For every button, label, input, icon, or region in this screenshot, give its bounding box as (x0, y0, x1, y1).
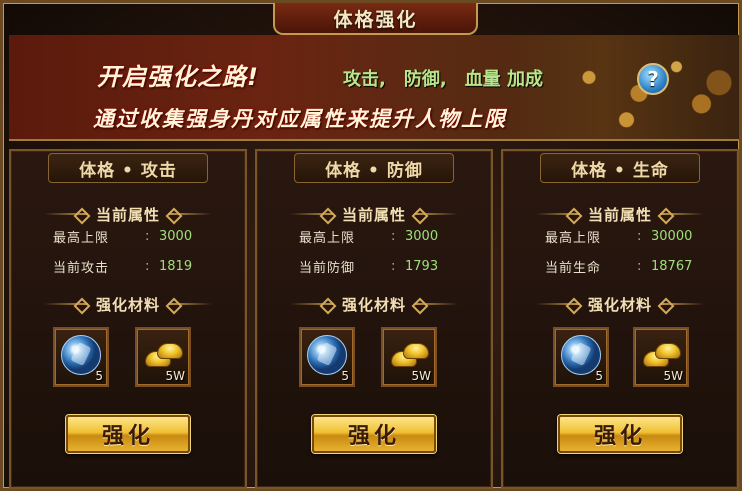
banner-bonus: 攻击, 防御, 血量 加成 (343, 65, 543, 91)
stat-current: 当前生命 : 18767 (545, 258, 693, 276)
panel-defense: 体格 • 防御 当前属性 最高上限 : 3000 当前防御 : 1793 强化材… (255, 149, 493, 489)
stat-max: 最高上限 : 3000 (53, 228, 193, 246)
bonus-attack: 攻击, (343, 69, 386, 90)
panel-header: 体格 • 生命 (540, 153, 700, 183)
enhance-button[interactable]: 强化 (558, 415, 682, 453)
panel-header: 体格 • 攻击 (48, 153, 208, 183)
ornament-icon (43, 299, 88, 309)
stat-current: 当前防御 : 1793 (299, 258, 439, 276)
ornament-icon (414, 299, 458, 309)
materials-label: 强化材料 (11, 293, 245, 315)
panel-attack: 体格 • 攻击 当前属性 最高上限 : 3000 当前攻击 : 1819 强化材… (9, 149, 247, 489)
window-title: 体格强化 (333, 8, 418, 31)
panel-header: 体格 • 防御 (294, 153, 454, 183)
material-slot-gold[interactable]: 5W (633, 327, 689, 387)
ornament-icon (289, 299, 334, 309)
ornament-icon (168, 299, 212, 309)
current-attributes-label: 当前属性 (11, 203, 245, 225)
enhance-button[interactable]: 强化 (66, 415, 190, 453)
material-slot-gold[interactable]: 5W (135, 327, 191, 387)
ornament-icon (660, 299, 704, 309)
current-attributes-label: 当前属性 (257, 203, 491, 225)
ornament-icon (535, 299, 580, 309)
bonus-hp: 血量 加成 (464, 69, 543, 90)
bonus-defense: 防御, (403, 69, 447, 90)
help-button[interactable]: ? (637, 63, 669, 95)
ornament-icon (535, 209, 580, 219)
gold-ingot-icon (143, 339, 185, 371)
banner-description: 通过收集强身丹对应属性来提升人物上限 (93, 107, 507, 131)
gold-ingot-icon (389, 339, 431, 371)
ornament-icon (414, 209, 458, 219)
help-icon: ? (647, 67, 659, 91)
enhance-button[interactable]: 强化 (312, 415, 436, 453)
material-slot-orb[interactable]: 5 (553, 327, 609, 387)
ornament-icon (660, 209, 704, 219)
panel-life: 体格 • 生命 当前属性 最高上限 : 30000 当前生命 : 18767 强… (501, 149, 739, 489)
ornament-icon (168, 209, 212, 219)
constitution-enhance-window: 体格强化 开启强化之路! 攻击, 防御, 血量 加成 通过收集强身丹对应属性来提… (0, 0, 742, 491)
stat-max: 最高上限 : 30000 (545, 228, 693, 246)
banner-heading: 开启强化之路! (97, 63, 259, 91)
materials-label: 强化材料 (503, 293, 737, 315)
panel-title: 体格 • 攻击 (79, 160, 177, 181)
ornament-icon (43, 209, 88, 219)
stat-current: 当前攻击 : 1819 (53, 258, 193, 276)
gold-ingot-icon (641, 339, 683, 371)
panel-title: 体格 • 防御 (325, 160, 423, 181)
banner: 开启强化之路! 攻击, 防御, 血量 加成 通过收集强身丹对应属性来提升人物上限 (9, 35, 739, 141)
panel-title: 体格 • 生命 (571, 160, 669, 181)
material-slot-orb[interactable]: 5 (299, 327, 355, 387)
current-attributes-label: 当前属性 (503, 203, 737, 225)
materials-label: 强化材料 (257, 293, 491, 315)
material-slot-gold[interactable]: 5W (381, 327, 437, 387)
material-slot-orb[interactable]: 5 (53, 327, 109, 387)
ornament-icon (289, 209, 334, 219)
window-title-tab: 体格强化 (273, 3, 478, 35)
stat-max: 最高上限 : 3000 (299, 228, 439, 246)
